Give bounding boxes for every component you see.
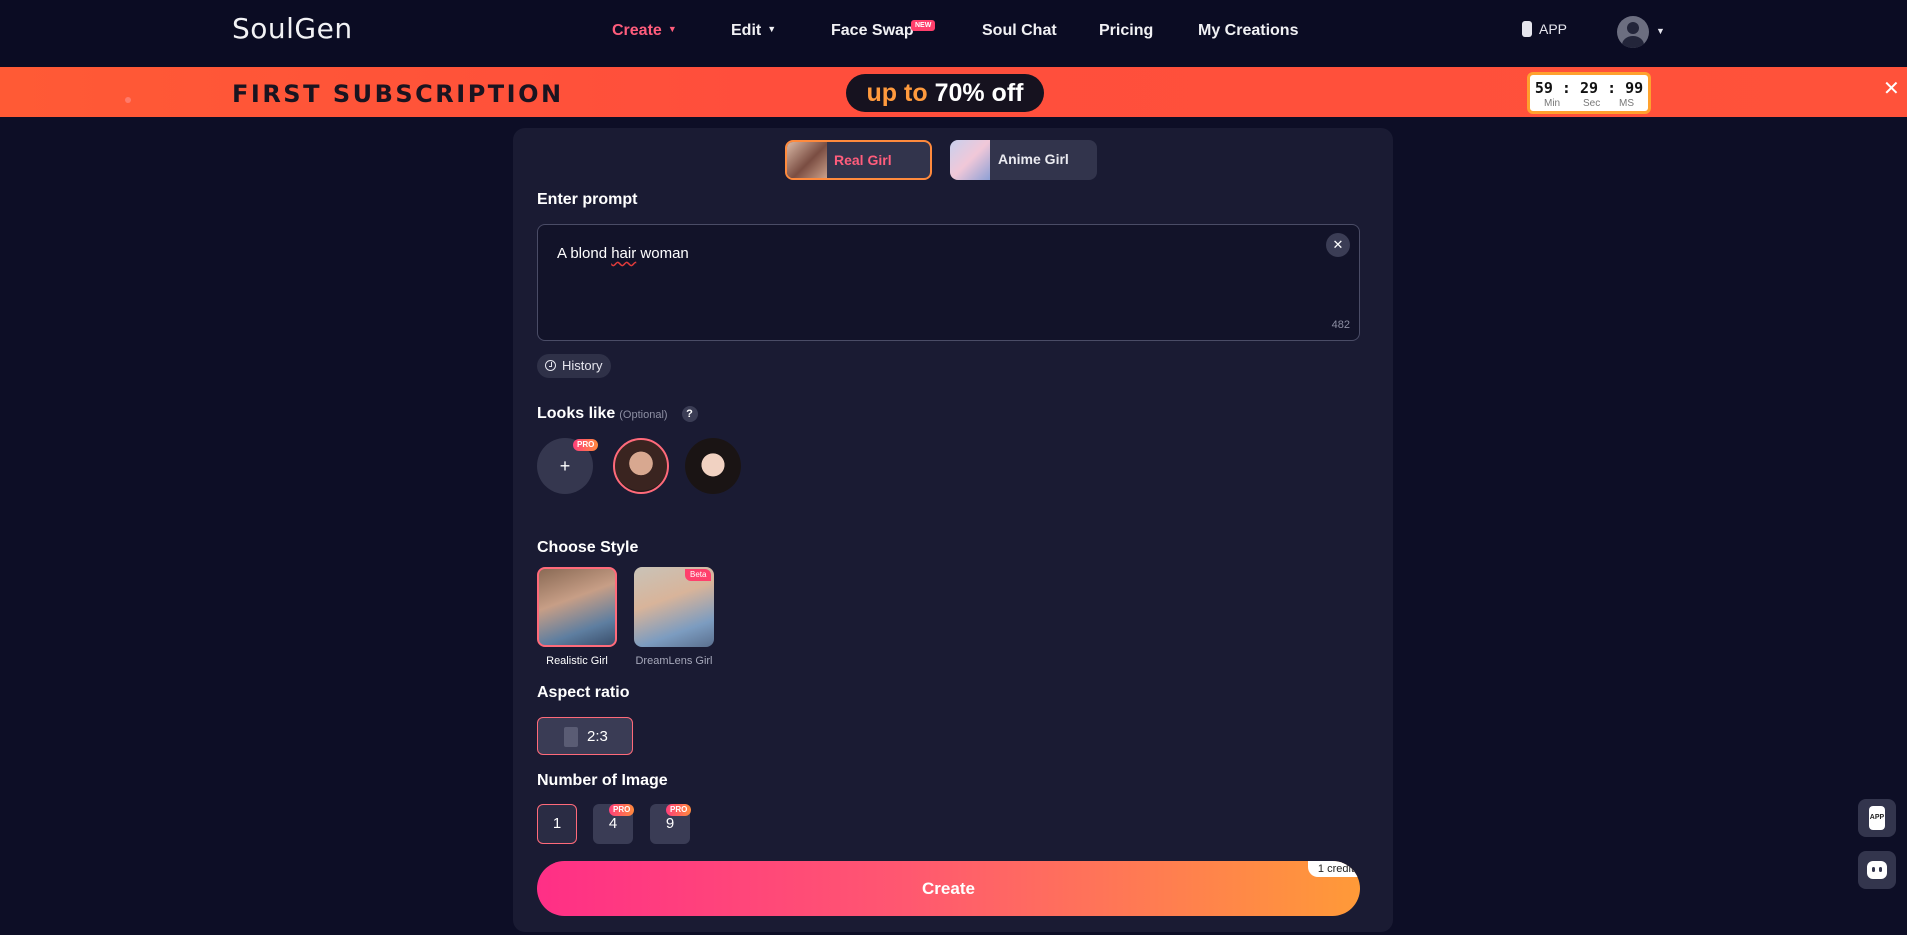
close-icon[interactable]: ✕ xyxy=(1326,233,1350,257)
history-label: History xyxy=(562,358,603,373)
chevron-down-icon[interactable]: ▼ xyxy=(1656,26,1665,36)
nav-my-creations-label: My Creations xyxy=(1198,22,1299,39)
offer-prefix: up to xyxy=(866,79,928,107)
chat-bot-icon xyxy=(1867,861,1887,879)
aspect-ratio-heading: Aspect ratio xyxy=(537,684,630,701)
number-of-image-heading: Number of Image xyxy=(537,772,668,789)
nav-soul-chat-label: Soul Chat xyxy=(982,22,1057,39)
pro-badge: PRO xyxy=(573,439,599,451)
prompt-char-count: 482 xyxy=(1331,319,1350,331)
style-realistic-girl-label: Realistic Girl xyxy=(546,655,608,667)
promo-title: FIRST SUBSCRIPTION xyxy=(232,80,564,108)
help-icon[interactable]: ? xyxy=(681,406,698,422)
close-icon[interactable]: ✕ xyxy=(1883,76,1900,101)
app-download-link[interactable]: APP xyxy=(1522,21,1567,37)
timer-min: 59 xyxy=(1534,79,1553,97)
timer-sep: : xyxy=(1561,79,1571,97)
tab-real-girl-label: Real Girl xyxy=(834,152,892,168)
user-avatar-icon[interactable] xyxy=(1617,16,1649,48)
nav-create-label: Create xyxy=(612,22,662,39)
image-count-1[interactable]: 1 xyxy=(537,804,577,844)
generator-card: Real Girl Anime Girl Enter prompt A blon… xyxy=(513,128,1393,932)
nav-pricing-label: Pricing xyxy=(1099,22,1154,39)
aspect-ratio-option[interactable]: 2:3 xyxy=(537,717,633,755)
beta-badge: Beta xyxy=(685,569,712,581)
prompt-text-start: A blond xyxy=(557,245,612,262)
plus-icon: + xyxy=(559,456,571,476)
style-dreamlens-girl-label: DreamLens Girl xyxy=(635,655,713,667)
tab-anime-girl-label: Anime Girl xyxy=(998,151,1069,167)
soulgen-logo[interactable]: SoulGen xyxy=(232,12,353,45)
timer-label-sec: Sec xyxy=(1583,98,1601,109)
nav-edit[interactable]: Edit ▼ xyxy=(731,22,776,40)
chevron-down-icon: ▼ xyxy=(667,24,677,34)
floating-chat-button[interactable] xyxy=(1858,851,1896,889)
nav-face-swap-label: Face Swap xyxy=(831,22,914,39)
pro-badge: PRO xyxy=(609,804,635,816)
aspect-ratio-value: 2:3 xyxy=(587,728,608,745)
looks-like-heading: Looks like (Optional)? xyxy=(537,405,698,423)
portrait-ratio-icon xyxy=(564,727,578,747)
nav-my-creations[interactable]: My Creations xyxy=(1198,22,1298,40)
clock-icon xyxy=(545,360,556,371)
timer-sep: : xyxy=(1607,79,1617,97)
app-link-label: APP xyxy=(1539,21,1568,37)
timer-values: 59 : 29 : 99 xyxy=(1530,79,1648,97)
nav-soul-chat[interactable]: Soul Chat xyxy=(982,22,1057,40)
history-button[interactable]: History xyxy=(537,354,612,378)
optional-label: (Optional) xyxy=(619,409,668,421)
chevron-down-icon: ▼ xyxy=(767,24,777,34)
create-button-label: Create xyxy=(922,879,975,898)
face-preset[interactable] xyxy=(685,438,741,494)
real-girl-thumbnail xyxy=(787,142,827,178)
credit-cost-tag: 1 credit xyxy=(1307,861,1360,877)
nav-edit-label: Edit xyxy=(731,22,762,39)
phone-icon xyxy=(1522,21,1532,37)
prompt-heading: Enter prompt xyxy=(537,191,638,208)
style-realistic-girl[interactable] xyxy=(537,567,617,647)
prompt-text[interactable]: A blond hair woman xyxy=(557,245,689,262)
timer-label-ms: MS xyxy=(1619,98,1634,109)
countdown-timer: 59 : 29 : 99 Min Sec MS xyxy=(1527,72,1651,114)
offer-value: 70% off xyxy=(934,79,1024,107)
decorative-dot xyxy=(125,97,131,103)
promo-banner[interactable]: FIRST SUBSCRIPTION up to 70% off 59 : 29… xyxy=(0,67,1907,117)
timer-label-min: Min xyxy=(1544,98,1561,109)
timer-ms: 99 xyxy=(1625,79,1644,97)
nav-create[interactable]: Create ▼ xyxy=(612,22,677,40)
pro-badge: PRO xyxy=(666,804,692,816)
create-button[interactable]: Create 1 credit xyxy=(537,861,1360,916)
choose-style-heading: Choose Style xyxy=(537,539,639,556)
anime-girl-thumbnail xyxy=(950,140,990,180)
tab-real-girl[interactable]: Real Girl xyxy=(785,140,932,180)
top-header: SoulGen Create ▼ Edit ▼ Face Swap NEW Soul… xyxy=(0,0,1907,67)
face-preset[interactable] xyxy=(613,438,669,494)
tab-anime-girl[interactable]: Anime Girl xyxy=(950,140,1097,180)
floating-app-button[interactable]: APP xyxy=(1858,799,1896,837)
nav-face-swap[interactable]: Face Swap xyxy=(831,22,914,40)
nav-pricing[interactable]: Pricing xyxy=(1099,22,1153,40)
prompt-input[interactable]: A blond hair woman ✕ 482 xyxy=(537,224,1360,341)
looks-like-label: Looks like xyxy=(537,405,616,422)
promo-offer-pill[interactable]: up to 70% off xyxy=(846,74,1044,112)
timer-sec: 29 xyxy=(1579,79,1599,97)
new-badge: NEW xyxy=(911,20,936,31)
phone-icon: APP xyxy=(1869,806,1885,830)
prompt-text-end: woman xyxy=(636,245,689,262)
prompt-text-misspelled: hair xyxy=(611,245,637,262)
